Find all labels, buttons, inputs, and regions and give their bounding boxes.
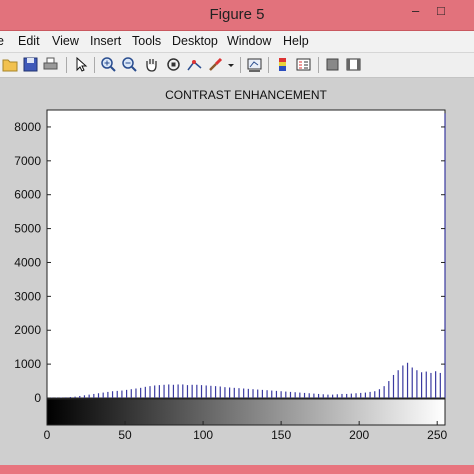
y-tick-label: 5000 (14, 222, 41, 236)
x-tick-label: 200 (349, 428, 369, 442)
grayscale-colorbar (46, 398, 446, 426)
y-tick-label: 8000 (14, 120, 41, 134)
x-tick-label: 250 (427, 428, 447, 442)
y-tick-label: 6000 (14, 188, 41, 202)
plot-area (46, 109, 446, 399)
window-bottom-edge (0, 465, 474, 474)
x-tick-label: 100 (193, 428, 213, 442)
histogram-chart: 0 1000 2000 3000 4000 5000 6000 7000 8000 0 50 100… (14, 109, 448, 442)
y-tick-label: 0 (34, 391, 41, 405)
x-tick-label: 150 (271, 428, 291, 442)
x-tick-label: 0 (44, 428, 51, 442)
x-tick-label: 50 (118, 428, 132, 442)
y-tick-label: 1000 (14, 357, 41, 371)
y-tick-label: 7000 (14, 154, 41, 168)
y-tick-label: 2000 (14, 323, 41, 337)
y-tick-label: 3000 (14, 289, 41, 303)
y-tick-label: 4000 (14, 255, 41, 269)
